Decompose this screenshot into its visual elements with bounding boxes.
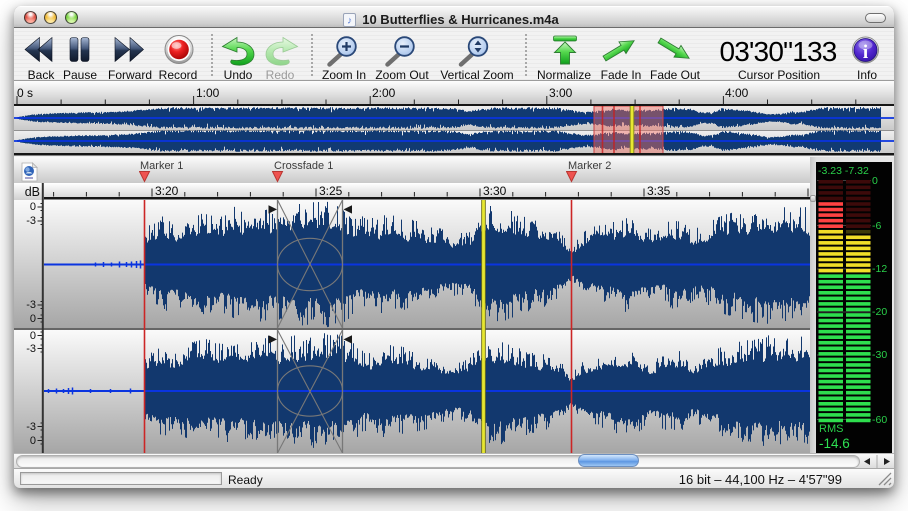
svg-text:i: i <box>863 42 868 63</box>
svg-text:♪: ♪ <box>347 16 352 27</box>
